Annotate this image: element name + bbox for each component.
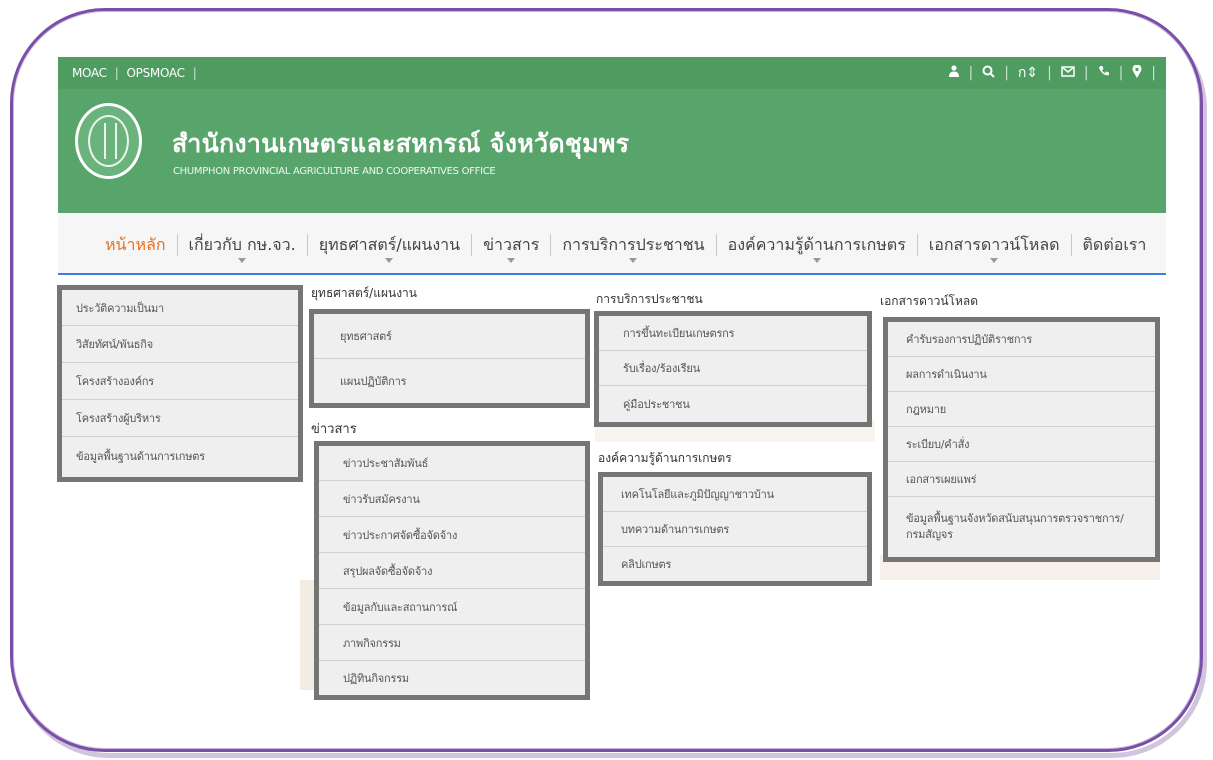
separator: |: [1083, 65, 1089, 81]
chevron-down-icon: [238, 258, 247, 263]
panel-title-strategy: ยุทธศาสตร์/แผนงาน: [311, 286, 417, 300]
emblem-logo[interactable]: [75, 103, 142, 179]
menu-item[interactable]: เอกสารเผยแพร่: [888, 462, 1155, 497]
separator: |: [1118, 65, 1124, 81]
panel-title-downloads: เอกสารดาวน์โหลด: [880, 294, 979, 308]
menu-item[interactable]: ระเบียบ/คำสั่ง: [888, 427, 1155, 462]
dropdown-about: ประวัติความเป็นมา วิสัยทัศน์/พันธกิจ โคร…: [57, 285, 303, 482]
nav-news-label: ข่าวสาร: [483, 235, 540, 254]
menu-item[interactable]: ปฏิทินกิจกรรม: [319, 661, 585, 695]
menu-item[interactable]: ยุทธศาสตร์: [314, 314, 585, 359]
nav-downloads[interactable]: เอกสารดาวน์โหลด: [918, 233, 1071, 263]
nav-about-label: เกี่ยวกับ กษ.จว.: [188, 235, 296, 254]
link-moac[interactable]: MOAC: [72, 66, 107, 80]
nav-contact[interactable]: ติดต่อเรา: [1072, 233, 1158, 258]
chevron-down-icon: [385, 258, 394, 263]
dropdown-strategy: ยุทธศาสตร์ แผนปฏิบัติการ: [309, 309, 590, 408]
phone-icon[interactable]: [1098, 65, 1110, 81]
nav-downloads-label: เอกสารดาวน์โหลด: [928, 235, 1060, 254]
nav-knowledge-label: องค์ความรู้ด้านการเกษตร: [727, 235, 906, 254]
nav-strategy[interactable]: ยุทธศาสตร์/แผนงาน: [308, 233, 471, 263]
top-links: MOAC | OPSMOAC |: [72, 66, 197, 80]
separator: |: [1047, 65, 1052, 81]
menu-item[interactable]: แผนปฏิบัติการ: [314, 359, 585, 403]
menu-item[interactable]: บทความด้านการเกษตร: [603, 512, 867, 547]
chevron-down-icon: [812, 258, 821, 263]
dropdown-knowledge: เทคโนโลยีและภูมิปัญญาชาวบ้าน บทความด้านก…: [598, 472, 872, 586]
menu-item[interactable]: ข่าวประชาสัมพันธ์: [319, 446, 585, 481]
search-icon[interactable]: [982, 65, 995, 82]
menu-item[interactable]: การขึ้นทะเบียนเกษตรกร: [599, 316, 867, 351]
dropdown-downloads: คำรับรองการปฏิบัติราชการ ผลการดำเนินงาน …: [883, 317, 1160, 562]
main-nav: หน้าหลัก เกี่ยวกับ กษ.จว. ยุทธศาสตร์/แผน…: [58, 213, 1166, 275]
dropdown-service: การขึ้นทะเบียนเกษตรกร รับเรื่อง/ร้องเรีย…: [594, 311, 872, 427]
menu-item[interactable]: เทคโนโลยีและภูมิปัญญาชาวบ้าน: [603, 477, 867, 512]
separator: |: [1004, 65, 1009, 81]
menu-item[interactable]: โครงสร้างผู้บริหาร: [62, 400, 298, 437]
menu-item[interactable]: คำรับรองการปฏิบัติราชการ: [888, 322, 1155, 357]
menu-item[interactable]: ข่าวประกาศจัดซื้อจัดจ้าง: [319, 517, 585, 553]
menu-item[interactable]: ผลการดำเนินงาน: [888, 357, 1155, 392]
nav-about[interactable]: เกี่ยวกับ กษ.จว.: [178, 233, 307, 263]
site-subtitle: CHUMPHON PROVINCIAL AGRICULTURE AND COOP…: [173, 166, 496, 177]
nav-home[interactable]: หน้าหลัก: [97, 233, 177, 258]
nav-news[interactable]: ข่าวสาร: [472, 233, 550, 263]
separator: |: [114, 66, 119, 80]
chevron-down-icon: [507, 258, 516, 263]
top-bar: MOAC | OPSMOAC | | | ก⇕ | | | |: [58, 57, 1166, 89]
menu-item[interactable]: ภาพกิจกรรม: [319, 625, 585, 661]
nav-knowledge[interactable]: องค์ความรู้ด้านการเกษตร: [717, 233, 917, 263]
user-icon[interactable]: [949, 65, 960, 81]
chevron-down-icon: [990, 258, 999, 263]
top-icons: | | ก⇕ | | | |: [949, 62, 1156, 84]
menu-item[interactable]: คู่มือประชาชน: [599, 386, 867, 422]
panel-title-knowledge: องค์ความรู้ด้านการเกษตร: [598, 451, 732, 465]
panel-title-news: ข่าวสาร: [311, 422, 357, 437]
separator: |: [1151, 65, 1156, 81]
site-header: สำนักงานเกษตรและสหกรณ์ จังหวัดชุมพร CHUM…: [58, 89, 1166, 216]
menu-item[interactable]: วิสัยทัศน์/พันธกิจ: [62, 326, 298, 363]
menu-item[interactable]: รับเรื่อง/ร้องเรียน: [599, 351, 867, 386]
link-opsmoac[interactable]: OPSMOAC: [127, 66, 185, 80]
site-title: สำนักงานเกษตรและสหกรณ์ จังหวัดชุมพร: [172, 129, 630, 158]
separator: |: [192, 66, 197, 80]
menu-item[interactable]: สรุปผลจัดซื้อจัดจ้าง: [319, 553, 585, 589]
nav-service[interactable]: การบริการประชาชน: [551, 233, 715, 263]
nav-service-label: การบริการประชาชน: [562, 235, 705, 254]
dropdown-news: ข่าวประชาสัมพันธ์ ข่าวรับสมัครงาน ข่าวปร…: [314, 441, 590, 700]
separator: |: [968, 65, 974, 81]
menu-item[interactable]: กฎหมาย: [888, 392, 1155, 427]
mail-icon[interactable]: [1061, 65, 1075, 81]
menu-item[interactable]: ประวัติความเป็นมา: [62, 290, 298, 326]
panel-title-service: การบริการประชาชน: [596, 292, 703, 306]
menu-item[interactable]: คลิปเกษตร: [603, 547, 867, 581]
website: MOAC | OPSMOAC | | | ก⇕ | | | | สำนักงาน…: [58, 57, 1166, 275]
menu-item[interactable]: ข้อมูลพื้นฐานจังหวัดสนับสนุนการตรวจราชกา…: [888, 497, 1155, 557]
menu-item[interactable]: ข้อมูลพื้นฐานด้านการเกษตร: [62, 437, 298, 475]
map-pin-icon[interactable]: [1132, 63, 1142, 82]
menu-item[interactable]: โครงสร้างองค์กร: [62, 363, 298, 400]
language-icon[interactable]: ก⇕: [1018, 62, 1038, 84]
chevron-down-icon: [629, 258, 638, 263]
menu-item[interactable]: ข่าวรับสมัครงาน: [319, 481, 585, 517]
nav-strategy-label: ยุทธศาสตร์/แผนงาน: [318, 235, 461, 254]
menu-item[interactable]: ข้อมูลกับและสถานการณ์: [319, 589, 585, 625]
